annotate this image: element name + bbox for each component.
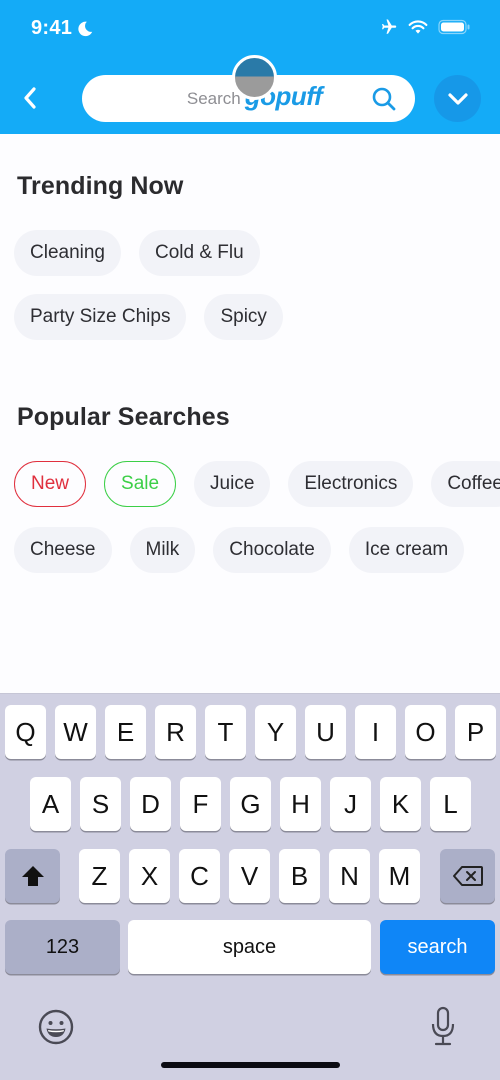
key-h[interactable]: H [280,777,321,831]
key-g[interactable]: G [230,777,271,831]
keyboard: 123 space search QWERTYUIOP ASDFGHJKL ZXCV… [0,693,500,1080]
popular-chip[interactable]: Chocolate [213,527,331,573]
key-b[interactable]: B [279,849,320,903]
popular-row-2: Cheese Milk Chocolate Ice cream [14,527,465,573]
key-i[interactable]: I [355,705,396,759]
trending-chip[interactable]: Cold & Flu [139,230,260,276]
key-z[interactable]: Z [79,849,120,903]
chevron-left-icon [24,87,36,109]
trending-chip[interactable]: Cleaning [14,230,121,276]
key-v[interactable]: V [229,849,270,903]
popular-chip[interactable]: Juice [194,461,271,507]
trending-title: Trending Now [17,172,184,200]
key-f[interactable]: F [180,777,221,831]
key-k[interactable]: K [380,777,421,831]
trending-row-1: Cleaning Cold & Flu [14,230,260,276]
key-n[interactable]: N [329,849,370,903]
wifi-icon [408,20,428,34]
key-x[interactable]: X [129,849,170,903]
key-w[interactable]: W [55,705,96,759]
search-key[interactable]: search [380,920,495,974]
space-key[interactable]: space [128,920,371,974]
airplane-icon [382,19,397,34]
key-l[interactable]: L [430,777,471,831]
home-indicator [161,1062,340,1068]
moon-icon [78,21,93,37]
key-m[interactable]: M [379,849,420,903]
key-p[interactable]: P [455,705,496,759]
chevron-down-icon [447,92,468,105]
key-d[interactable]: D [130,777,171,831]
popular-title: Popular Searches [17,403,230,431]
popular-chip-sale[interactable]: Sale [104,461,177,507]
key-y[interactable]: Y [255,705,296,759]
popular-chip[interactable]: Coffee [431,461,500,507]
key-e[interactable]: E [105,705,146,759]
screen: 9:41 Search gopuff Trending Now Cleaning… [0,0,500,1080]
microphone-icon[interactable] [430,1006,456,1048]
key-a[interactable]: A [30,777,71,831]
key-o[interactable]: O [405,705,446,759]
popular-chip-new[interactable]: New [14,461,87,507]
key-u[interactable]: U [305,705,346,759]
key-r[interactable]: R [155,705,196,759]
status-icons [378,18,470,36]
trending-chip[interactable]: Party Size Chips [14,294,187,340]
key-t[interactable]: T [205,705,246,759]
shift-icon [21,866,44,886]
numbers-key[interactable]: 123 [5,920,120,974]
popular-chip[interactable]: Ice cream [348,527,465,573]
key-q[interactable]: Q [5,705,46,759]
key-s[interactable]: S [80,777,121,831]
shift-key[interactable] [5,849,60,903]
search-placeholder: Search [186,88,241,108]
back-button[interactable] [14,80,46,116]
touch-indicator [232,55,277,100]
popular-chip[interactable]: Electronics [288,461,414,507]
battery-icon [438,19,470,35]
search-icon[interactable] [371,86,397,112]
key-j[interactable]: J [330,777,371,831]
status-time: 9:41 [31,17,73,39]
popular-chip[interactable]: Milk [129,527,196,573]
popular-row-1: New Sale Juice Electronics Coffee [14,461,500,507]
emoji-icon[interactable] [37,1008,75,1046]
delete-key[interactable] [440,849,495,903]
popular-chip[interactable]: Cheese [14,527,112,573]
dropdown-button[interactable] [434,75,481,122]
header: 9:41 Search gopuff [0,0,500,134]
backspace-icon [452,866,483,886]
trending-chip[interactable]: Spicy [204,294,283,340]
trending-row-2: Party Size Chips Spicy [14,294,283,340]
key-c[interactable]: C [179,849,220,903]
